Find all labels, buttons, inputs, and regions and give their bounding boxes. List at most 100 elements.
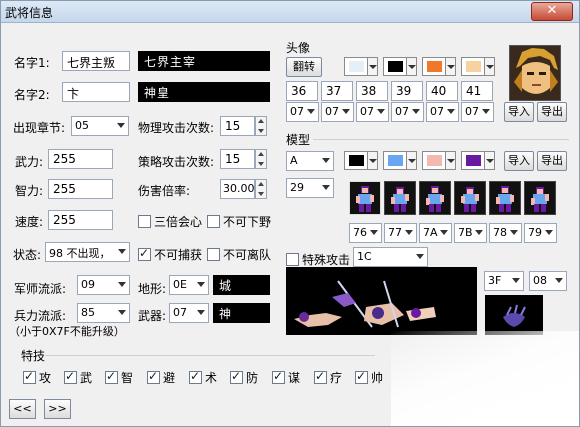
avatar-code-6[interactable]: 41: [461, 81, 493, 101]
sprite-pixel-block: [359, 204, 364, 212]
avatar-color-3-dropdown[interactable]: [445, 57, 456, 76]
model-import-button[interactable]: 导入: [504, 151, 534, 171]
avatar-bank-1[interactable]: 07: [286, 102, 319, 122]
skill-checkbox-2[interactable]: 武: [64, 369, 92, 385]
checkbox-box[interactable]: [64, 369, 77, 384]
state-select[interactable]: 98 不出现，: [45, 242, 130, 262]
skill-checkbox-7[interactable]: 谋: [272, 369, 300, 385]
avatar-bank-6[interactable]: 07: [461, 102, 494, 122]
avatar-code-2[interactable]: 37: [321, 81, 353, 101]
skill-checkbox-8[interactable]: 疗: [314, 369, 342, 385]
chapter-select[interactable]: 05: [71, 116, 129, 136]
close-button[interactable]: ✕: [531, 2, 573, 21]
flip-button[interactable]: 翻转: [286, 57, 322, 77]
portrait-image: [510, 46, 560, 100]
skill-checkbox-3[interactable]: 智: [105, 369, 133, 385]
sprite-code-2[interactable]: 77: [384, 223, 417, 243]
sprite-code-5[interactable]: 78: [489, 223, 522, 243]
model-color-1-dropdown[interactable]: [367, 151, 378, 170]
strat-attack-input[interactable]: 15: [220, 149, 255, 169]
model-color-4-dropdown[interactable]: [484, 151, 495, 170]
checkbox-box[interactable]: [230, 369, 243, 384]
model-color-2-dropdown[interactable]: [406, 151, 417, 170]
sprite-code-4[interactable]: 7B: [454, 223, 487, 243]
skill-checkbox-9[interactable]: 帅: [355, 369, 383, 385]
avatar-code-1[interactable]: 36: [286, 81, 318, 101]
checkbox-box[interactable]: [138, 246, 151, 261]
color-chip: [388, 155, 403, 166]
avatar-bank-2[interactable]: 07: [321, 102, 354, 122]
wuli-input[interactable]: 255: [48, 149, 113, 169]
junshi-value: 09: [81, 278, 95, 291]
sprite-code-1[interactable]: 76: [349, 223, 382, 243]
avatar-color-1-dropdown[interactable]: [367, 57, 378, 76]
model-color-3-dropdown[interactable]: [445, 151, 456, 170]
sprite-pixel-block: [502, 188, 508, 193]
sprite-frame-6[interactable]: [524, 181, 556, 215]
sprite-frame-5[interactable]: [489, 181, 521, 215]
name1-display: 七界主宰: [138, 51, 270, 71]
checkbox-box[interactable]: [147, 369, 160, 384]
special-attack-checkbox[interactable]: 特殊攻击: [286, 251, 350, 267]
next-button[interactable]: >>: [44, 399, 71, 419]
avatar-code-5[interactable]: 40: [426, 81, 458, 101]
model-letter-select[interactable]: A: [286, 151, 334, 171]
no-dismiss-checkbox[interactable]: 不可下野: [207, 213, 271, 229]
sprite-code-value: 7B: [458, 226, 473, 239]
checkbox-box[interactable]: [189, 369, 202, 384]
checkbox-box[interactable]: [355, 369, 368, 384]
avatar-code-3[interactable]: 38: [356, 81, 388, 101]
sprite-frame-4[interactable]: [454, 181, 486, 215]
checkbox-box[interactable]: [138, 215, 151, 228]
checkbox-box[interactable]: [207, 215, 220, 228]
avatar-color-2-dropdown[interactable]: [406, 57, 417, 76]
terrain-select[interactable]: 0E: [169, 275, 209, 295]
avatar-export-button[interactable]: 导出: [537, 102, 567, 122]
avatar-import-button[interactable]: 导入: [504, 102, 534, 122]
triple-crit-checkbox[interactable]: 三倍会心: [138, 213, 202, 229]
avatar-color-4-dropdown[interactable]: [484, 57, 495, 76]
avatar-bank-5[interactable]: 07: [426, 102, 459, 122]
prev-button[interactable]: <<: [9, 399, 36, 419]
sudu-input[interactable]: 255: [48, 210, 113, 230]
name2-label: 名字2:: [14, 88, 50, 102]
weapon-select[interactable]: 07: [169, 303, 209, 323]
sprite-frame-2[interactable]: [384, 181, 416, 215]
phys-attack-input[interactable]: 15: [220, 116, 255, 136]
checkbox-box[interactable]: [286, 253, 299, 266]
skill-checkbox-1[interactable]: 攻: [23, 369, 51, 385]
color-chip: [388, 61, 403, 72]
no-leave-checkbox[interactable]: 不可离队: [207, 246, 271, 262]
avatar-bank-3[interactable]: 07: [356, 102, 389, 122]
name1-input[interactable]: 七界主叛: [62, 51, 130, 71]
sprite-code-3[interactable]: 7A: [419, 223, 452, 243]
anim-select-1[interactable]: 3F: [484, 271, 524, 291]
strat-attack-spinner[interactable]: [255, 149, 267, 169]
skills-section-label: 特技: [21, 349, 46, 363]
sprite-frame-1[interactable]: [349, 181, 381, 215]
checkbox-box[interactable]: [272, 369, 285, 384]
sprite-frame-3[interactable]: [419, 181, 451, 215]
junshi-select[interactable]: 09: [77, 275, 130, 295]
skill-checkbox-6[interactable]: 防: [230, 369, 258, 385]
anim-select-2[interactable]: 08: [529, 271, 567, 291]
checkbox-box[interactable]: [105, 369, 118, 384]
skill-checkbox-5[interactable]: 术: [189, 369, 217, 385]
special-attack-select[interactable]: 1C: [353, 247, 428, 267]
damage-rate-spinner[interactable]: [255, 179, 267, 199]
zhili-input[interactable]: 255: [48, 179, 113, 199]
no-capture-checkbox[interactable]: 不可捕获: [138, 246, 202, 262]
sprite-code-6[interactable]: 79: [524, 223, 557, 243]
checkbox-box[interactable]: [314, 369, 327, 384]
skill-checkbox-4[interactable]: 避: [147, 369, 175, 385]
checkbox-box[interactable]: [207, 248, 220, 261]
phys-attack-spinner[interactable]: [255, 116, 267, 136]
avatar-code-4[interactable]: 39: [391, 81, 423, 101]
bingli-select[interactable]: 85: [77, 303, 130, 323]
checkbox-box[interactable]: [23, 369, 36, 384]
avatar-bank-4[interactable]: 07: [391, 102, 424, 122]
model-export-button[interactable]: 导出: [537, 151, 567, 171]
damage-rate-input[interactable]: 30.00: [220, 179, 255, 199]
name2-input[interactable]: 卞: [62, 82, 130, 102]
model-frame-select[interactable]: 29: [286, 178, 334, 198]
